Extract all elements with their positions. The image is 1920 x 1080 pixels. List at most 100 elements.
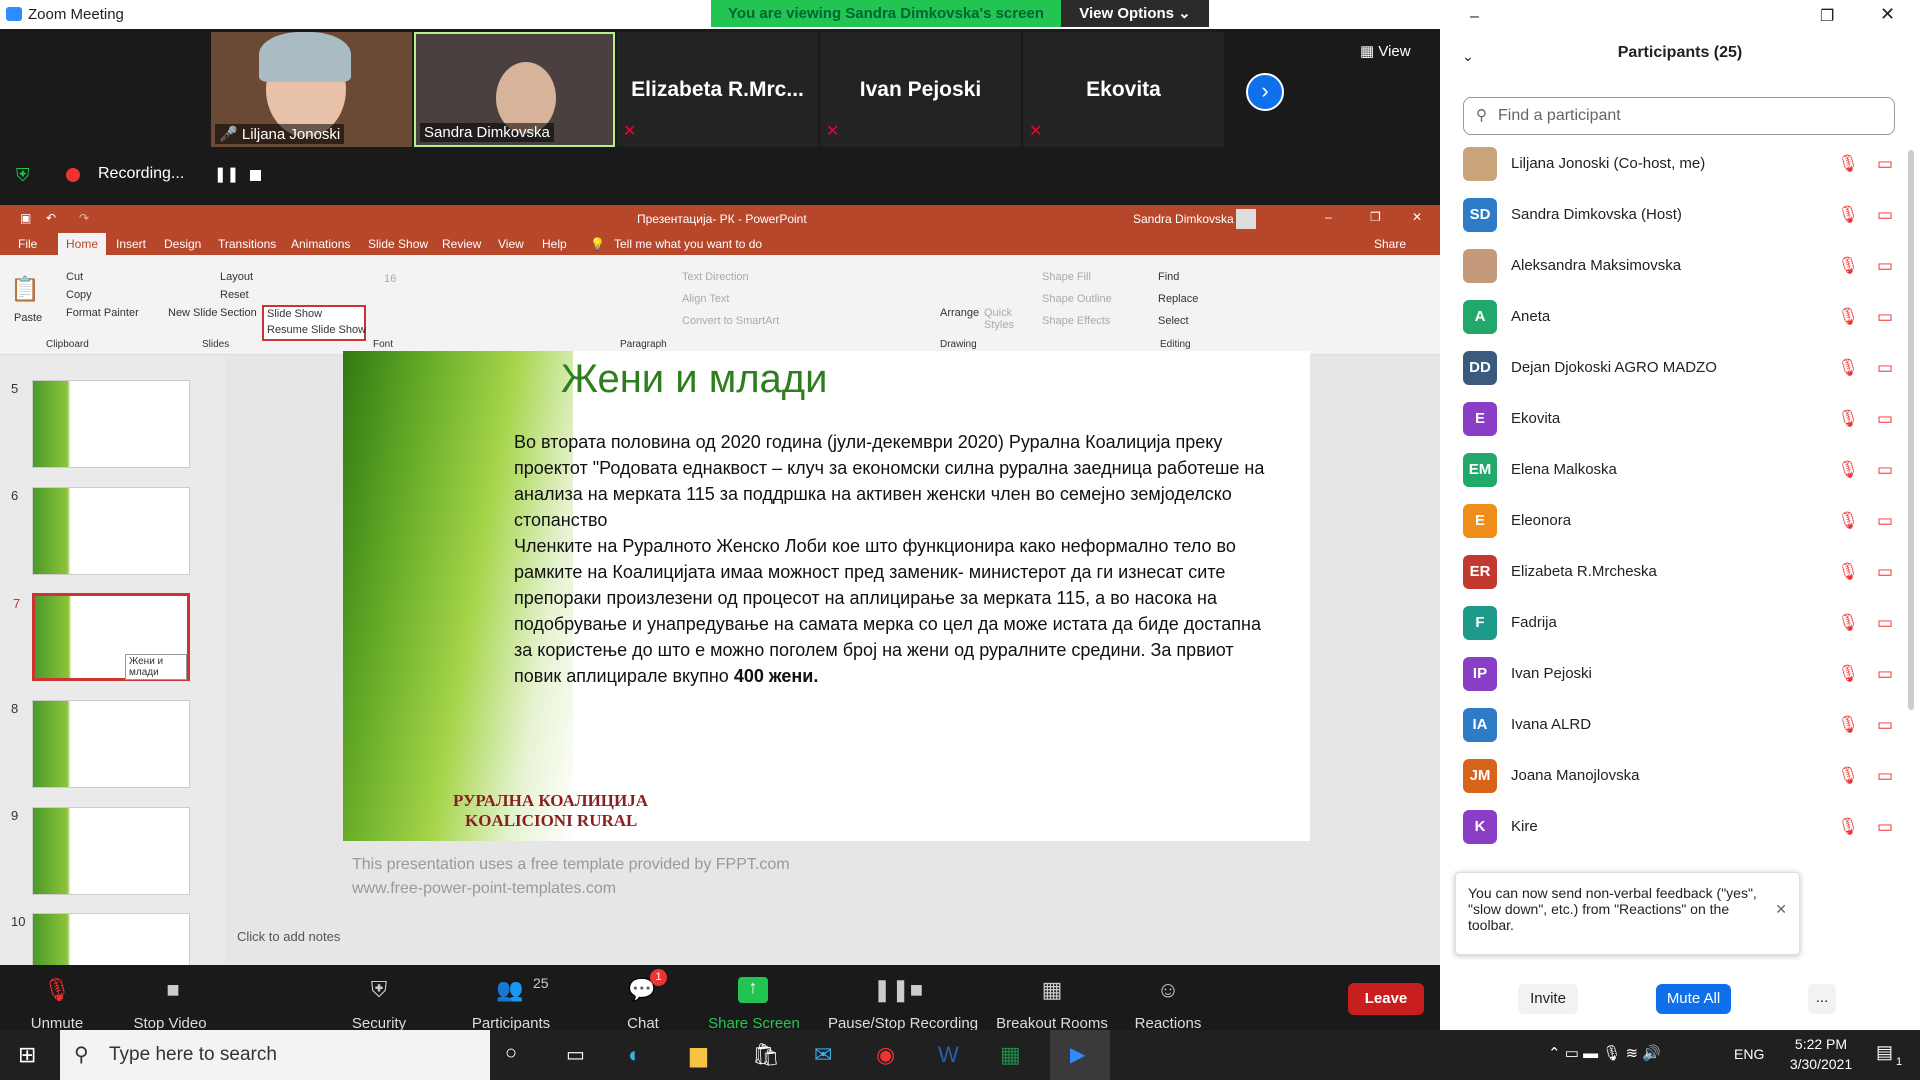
- close-icon[interactable]: ✕: [1880, 4, 1895, 25]
- video-off-icon[interactable]: ▭: [1877, 562, 1893, 582]
- mic-muted-icon[interactable]: 🎙: [1837, 154, 1859, 174]
- layout-button[interactable]: Layout: [220, 271, 253, 283]
- new-slide-button[interactable]: New Slide: [168, 307, 218, 319]
- participant-row[interactable]: E Eleonora 🎙 ▭: [1463, 496, 1903, 547]
- minimize-icon[interactable]: –: [1470, 8, 1479, 26]
- paste-icon[interactable]: 📋: [10, 275, 40, 304]
- tab-design[interactable]: Design: [164, 237, 201, 251]
- task-view-icon[interactable]: ▭: [566, 1042, 585, 1067]
- store-icon[interactable]: 🛍: [752, 1042, 780, 1068]
- taskbar-search-input[interactable]: Type here to search: [60, 1030, 490, 1080]
- mic-muted-icon[interactable]: 🎙: [1837, 511, 1859, 531]
- save-icon[interactable]: ▣: [20, 211, 31, 225]
- edge-icon[interactable]: ◐: [628, 1042, 641, 1068]
- participant-row[interactable]: ER Elizabeta R.Mrcheska 🎙 ▭: [1463, 547, 1903, 598]
- slide-thumbnail-selected[interactable]: 7 Жени и млади: [13, 593, 190, 681]
- video-off-icon[interactable]: ▭: [1877, 358, 1893, 378]
- mic-muted-icon[interactable]: 🎙: [1837, 307, 1859, 327]
- text-direction-button[interactable]: Text Direction: [682, 271, 749, 283]
- avatar[interactable]: [1236, 209, 1256, 229]
- participant-row[interactable]: Aleksandra Maksimovska 🎙 ▭: [1463, 241, 1903, 292]
- select-button[interactable]: Select: [1158, 315, 1189, 327]
- stop-icon[interactable]: [250, 170, 261, 181]
- video-off-icon[interactable]: ▭: [1877, 154, 1893, 174]
- more-button[interactable]: ...: [1808, 984, 1836, 1014]
- tab-transitions[interactable]: Transitions: [218, 237, 276, 251]
- slide-thumbnail[interactable]: 10: [11, 913, 190, 965]
- tab-home[interactable]: Home: [58, 233, 107, 255]
- participant-row[interactable]: E Ekovita 🎙 ▭: [1463, 394, 1903, 445]
- view-options-button[interactable]: View Options ⌄: [1061, 0, 1209, 27]
- video-off-icon[interactable]: ▭: [1877, 307, 1893, 327]
- reset-button[interactable]: Reset: [220, 289, 249, 301]
- participant-row[interactable]: IP Ivan Pejoski 🎙 ▭: [1463, 649, 1903, 700]
- minimize-icon[interactable]: –: [1325, 210, 1332, 224]
- tell-me-input[interactable]: Tell me what you want to do: [614, 237, 762, 251]
- participant-row[interactable]: Liljana Jonoski (Co-host, me) 🎙 ▭: [1463, 139, 1903, 190]
- participant-row[interactable]: IA Ivana ALRD 🎙 ▭: [1463, 700, 1903, 751]
- chrome-icon[interactable]: ◉: [876, 1042, 895, 1068]
- copy-button[interactable]: Copy: [66, 289, 92, 301]
- tab-animations[interactable]: Animations: [291, 237, 350, 251]
- pause-icon[interactable]: ❚❚: [214, 165, 239, 183]
- video-tile-active[interactable]: Sandra Dimkovska: [414, 32, 615, 147]
- mic-muted-icon[interactable]: 🎙: [1837, 460, 1859, 480]
- arrange-button[interactable]: Arrange: [940, 307, 979, 319]
- convert-smartart-button[interactable]: Convert to SmartArt: [682, 315, 779, 327]
- redo-icon[interactable]: ↷: [79, 211, 89, 225]
- invite-button[interactable]: Invite: [1518, 984, 1578, 1014]
- shape-effects-button[interactable]: Shape Effects: [1042, 315, 1110, 327]
- format-painter-button[interactable]: Format Painter: [66, 307, 139, 319]
- video-off-icon[interactable]: ▭: [1877, 205, 1893, 225]
- zoom-taskbar-button[interactable]: ▶: [1050, 1030, 1110, 1080]
- align-text-button[interactable]: Align Text: [682, 293, 730, 305]
- video-tile[interactable]: Elizabeta R.Mrc... ✕: [617, 32, 818, 147]
- notes-pane[interactable]: Click to add notes: [237, 929, 340, 944]
- participant-row[interactable]: SD Sandra Dimkovska (Host) 🎙 ▭: [1463, 190, 1903, 241]
- tray-icons[interactable]: ⌃ ▭ ▬ 🎙 ≋ 🔊: [1548, 1044, 1661, 1062]
- participant-row[interactable]: A Aneta 🎙 ▭: [1463, 292, 1903, 343]
- resume-slideshow-option[interactable]: Resume Slide Show: [267, 324, 366, 336]
- replace-button[interactable]: Replace: [1158, 293, 1198, 305]
- next-page-icon[interactable]: ›: [1246, 73, 1284, 111]
- participant-row[interactable]: JM Joana Manojlovska 🎙 ▭: [1463, 751, 1903, 802]
- video-off-icon[interactable]: ▭: [1877, 256, 1893, 276]
- tab-help[interactable]: Help: [542, 237, 567, 251]
- language-indicator[interactable]: ENG: [1734, 1046, 1764, 1062]
- shape-fill-button[interactable]: Shape Fill: [1042, 271, 1091, 283]
- leave-button[interactable]: Leave: [1348, 983, 1424, 1015]
- clock-time[interactable]: 5:22 PM: [1786, 1036, 1856, 1052]
- video-tile[interactable]: Ekovita ✕: [1023, 32, 1224, 147]
- participant-row[interactable]: DD Dejan Djokoski AGRO MADZO 🎙 ▭: [1463, 343, 1903, 394]
- share-button[interactable]: Share: [1374, 237, 1406, 251]
- find-button[interactable]: Find: [1158, 271, 1179, 283]
- video-tile[interactable]: Ivan Pejoski ✕: [820, 32, 1021, 147]
- mic-muted-icon[interactable]: 🎙: [1837, 358, 1859, 378]
- video-off-icon[interactable]: ▭: [1877, 511, 1893, 531]
- word-icon[interactable]: W: [938, 1042, 959, 1068]
- notifications-icon[interactable]: ▤: [1876, 1042, 1893, 1063]
- clock-date[interactable]: 3/30/2021: [1786, 1056, 1856, 1072]
- video-off-icon[interactable]: ▭: [1877, 715, 1893, 735]
- section-button[interactable]: Section: [220, 307, 257, 319]
- video-off-icon[interactable]: ▭: [1877, 817, 1893, 837]
- participant-row[interactable]: K Kire 🎙 ▭: [1463, 802, 1903, 853]
- close-icon[interactable]: ✕: [1412, 210, 1422, 224]
- video-off-icon[interactable]: ▭: [1877, 664, 1893, 684]
- tab-insert[interactable]: Insert: [116, 237, 146, 251]
- video-tile[interactable]: 🎤 Liljana Jonoski: [211, 32, 412, 147]
- close-icon[interactable]: ✕: [1775, 901, 1787, 918]
- undo-icon[interactable]: ↶: [46, 211, 56, 225]
- mic-muted-icon[interactable]: 🎙: [1837, 664, 1859, 684]
- slideshow-option[interactable]: Slide Show: [267, 308, 322, 320]
- font-size-input[interactable]: 16: [384, 273, 396, 285]
- video-off-icon[interactable]: ▭: [1877, 613, 1893, 633]
- video-off-icon[interactable]: ▭: [1877, 409, 1893, 429]
- mute-all-button[interactable]: Mute All: [1656, 984, 1731, 1014]
- tab-view[interactable]: View: [498, 237, 524, 251]
- cortana-icon[interactable]: ○: [505, 1042, 517, 1065]
- slide-canvas[interactable]: Жени и млади Во втората половина од 2020…: [343, 351, 1310, 841]
- participant-row[interactable]: EM Elena Malkoska 🎙 ▭: [1463, 445, 1903, 496]
- slide-thumbnail[interactable]: 8: [11, 700, 190, 788]
- mic-muted-icon[interactable]: 🎙: [1837, 766, 1859, 786]
